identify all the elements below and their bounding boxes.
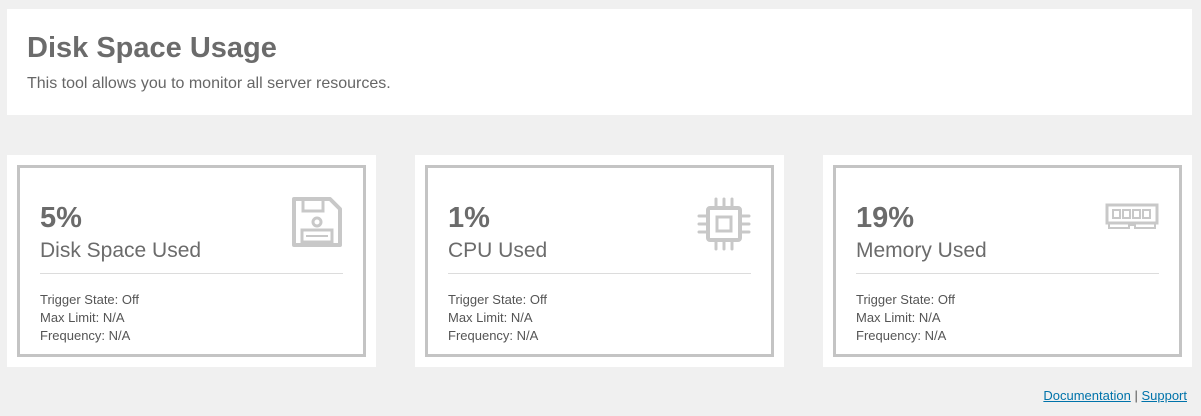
page-header: Disk Space Usage This tool allows you to… [7,9,1192,115]
trigger-state: Trigger State: Off [856,292,955,307]
cpu-chip-icon [697,197,751,251]
memory-label: Memory Used [856,239,987,262]
card-divider [40,273,343,274]
footer-links: Documentation | Support [1043,388,1187,404]
disk-space-card-panel: 5% Disk Space Used Trigger State: Off Ma… [17,165,366,357]
card-divider [448,273,751,274]
trigger-state: Trigger State: Off [40,292,139,307]
page-description: This tool allows you to monitor all serv… [27,75,391,92]
card-divider [856,273,1159,274]
cpu-card-panel: 1% CPU Used Trigger State: Off Max Limit… [425,165,774,357]
max-limit: Max Limit: N/A [40,310,125,325]
memory-module-icon [1105,203,1159,229]
trigger-state: Trigger State: Off [448,292,547,307]
max-limit: Max Limit: N/A [856,310,941,325]
memory-card: 19% Memory Used Trigger State: Off Max L… [823,155,1192,367]
memory-card-panel: 19% Memory Used Trigger State: Off Max L… [833,165,1182,357]
documentation-link[interactable]: Documentation [1043,388,1130,403]
disk-space-value: 5% [40,202,82,234]
page-title: Disk Space Usage [27,32,277,64]
frequency: Frequency: N/A [856,328,947,343]
cpu-card: 1% CPU Used Trigger State: Off Max Limit… [415,155,784,367]
disk-space-label: Disk Space Used [40,239,202,262]
frequency: Frequency: N/A [448,328,539,343]
memory-value: 19% [856,202,915,234]
footer-separator: | [1134,388,1138,403]
cpu-label: CPU Used [448,239,548,262]
cpu-value: 1% [448,202,490,234]
max-limit: Max Limit: N/A [448,310,533,325]
floppy-disk-icon [292,197,342,247]
frequency: Frequency: N/A [40,328,131,343]
disk-space-card: 5% Disk Space Used Trigger State: Off Ma… [7,155,376,367]
support-link[interactable]: Support [1141,388,1187,403]
